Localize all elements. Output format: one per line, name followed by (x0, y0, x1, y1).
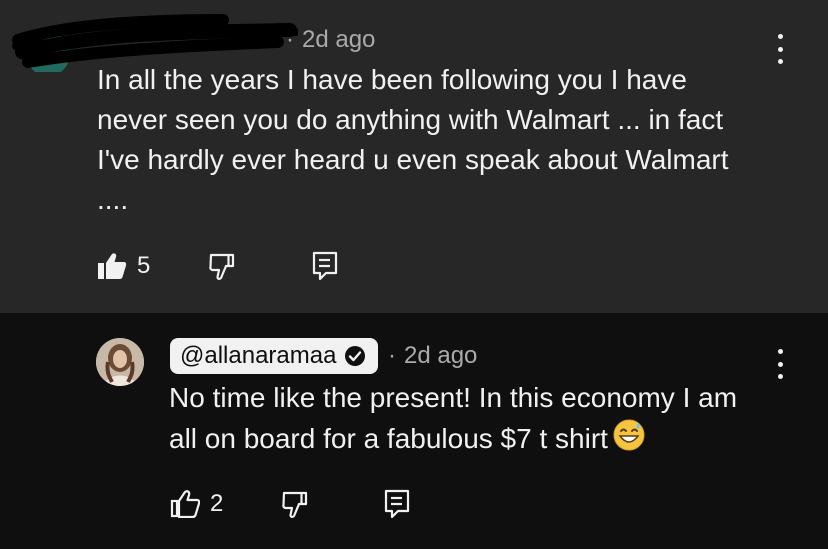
reply-text-body: No time like the present! In this econom… (169, 382, 738, 454)
thumbs-up-outline-icon (170, 490, 200, 518)
channel-handle-pill[interactable]: @allanaramaa (170, 338, 379, 374)
channel-handle: @allanaramaa (180, 342, 337, 369)
avatar[interactable] (96, 338, 144, 386)
separator-dot: · (286, 26, 294, 53)
verified-check-icon (345, 346, 366, 366)
dislike-button[interactable] (282, 491, 312, 519)
avatar-image (96, 338, 144, 386)
reply-text: No time like the present! In this econom… (169, 378, 789, 463)
like-count: 2 (210, 490, 224, 517)
reply-button[interactable] (312, 251, 338, 281)
grinning-sweat-emoji (612, 418, 646, 463)
reply-icon (312, 251, 338, 281)
thumbs-up-filled-icon (98, 253, 127, 279)
timestamp[interactable]: 2d ago (302, 26, 375, 53)
separator-dot: · (388, 342, 396, 369)
reply-button[interactable] (384, 489, 410, 519)
thumbs-down-icon (282, 491, 308, 518)
like-count: 5 (137, 252, 151, 279)
like-button[interactable]: 2 (170, 490, 223, 518)
timestamp[interactable]: 2d ago (404, 342, 477, 369)
more-vertical-icon[interactable] (770, 349, 790, 379)
reply-meta: · 2d ago (384, 342, 477, 370)
reply-icon (384, 489, 410, 519)
dislike-button[interactable] (209, 253, 239, 281)
comment-text: In all the years I have been following y… (97, 64, 729, 215)
like-button[interactable]: 5 (97, 252, 150, 280)
top-comment: · 2d ago In all the years I have been fol… (0, 0, 828, 313)
comment-meta: · 2d ago (282, 26, 375, 54)
thumbs-down-icon (209, 253, 235, 280)
